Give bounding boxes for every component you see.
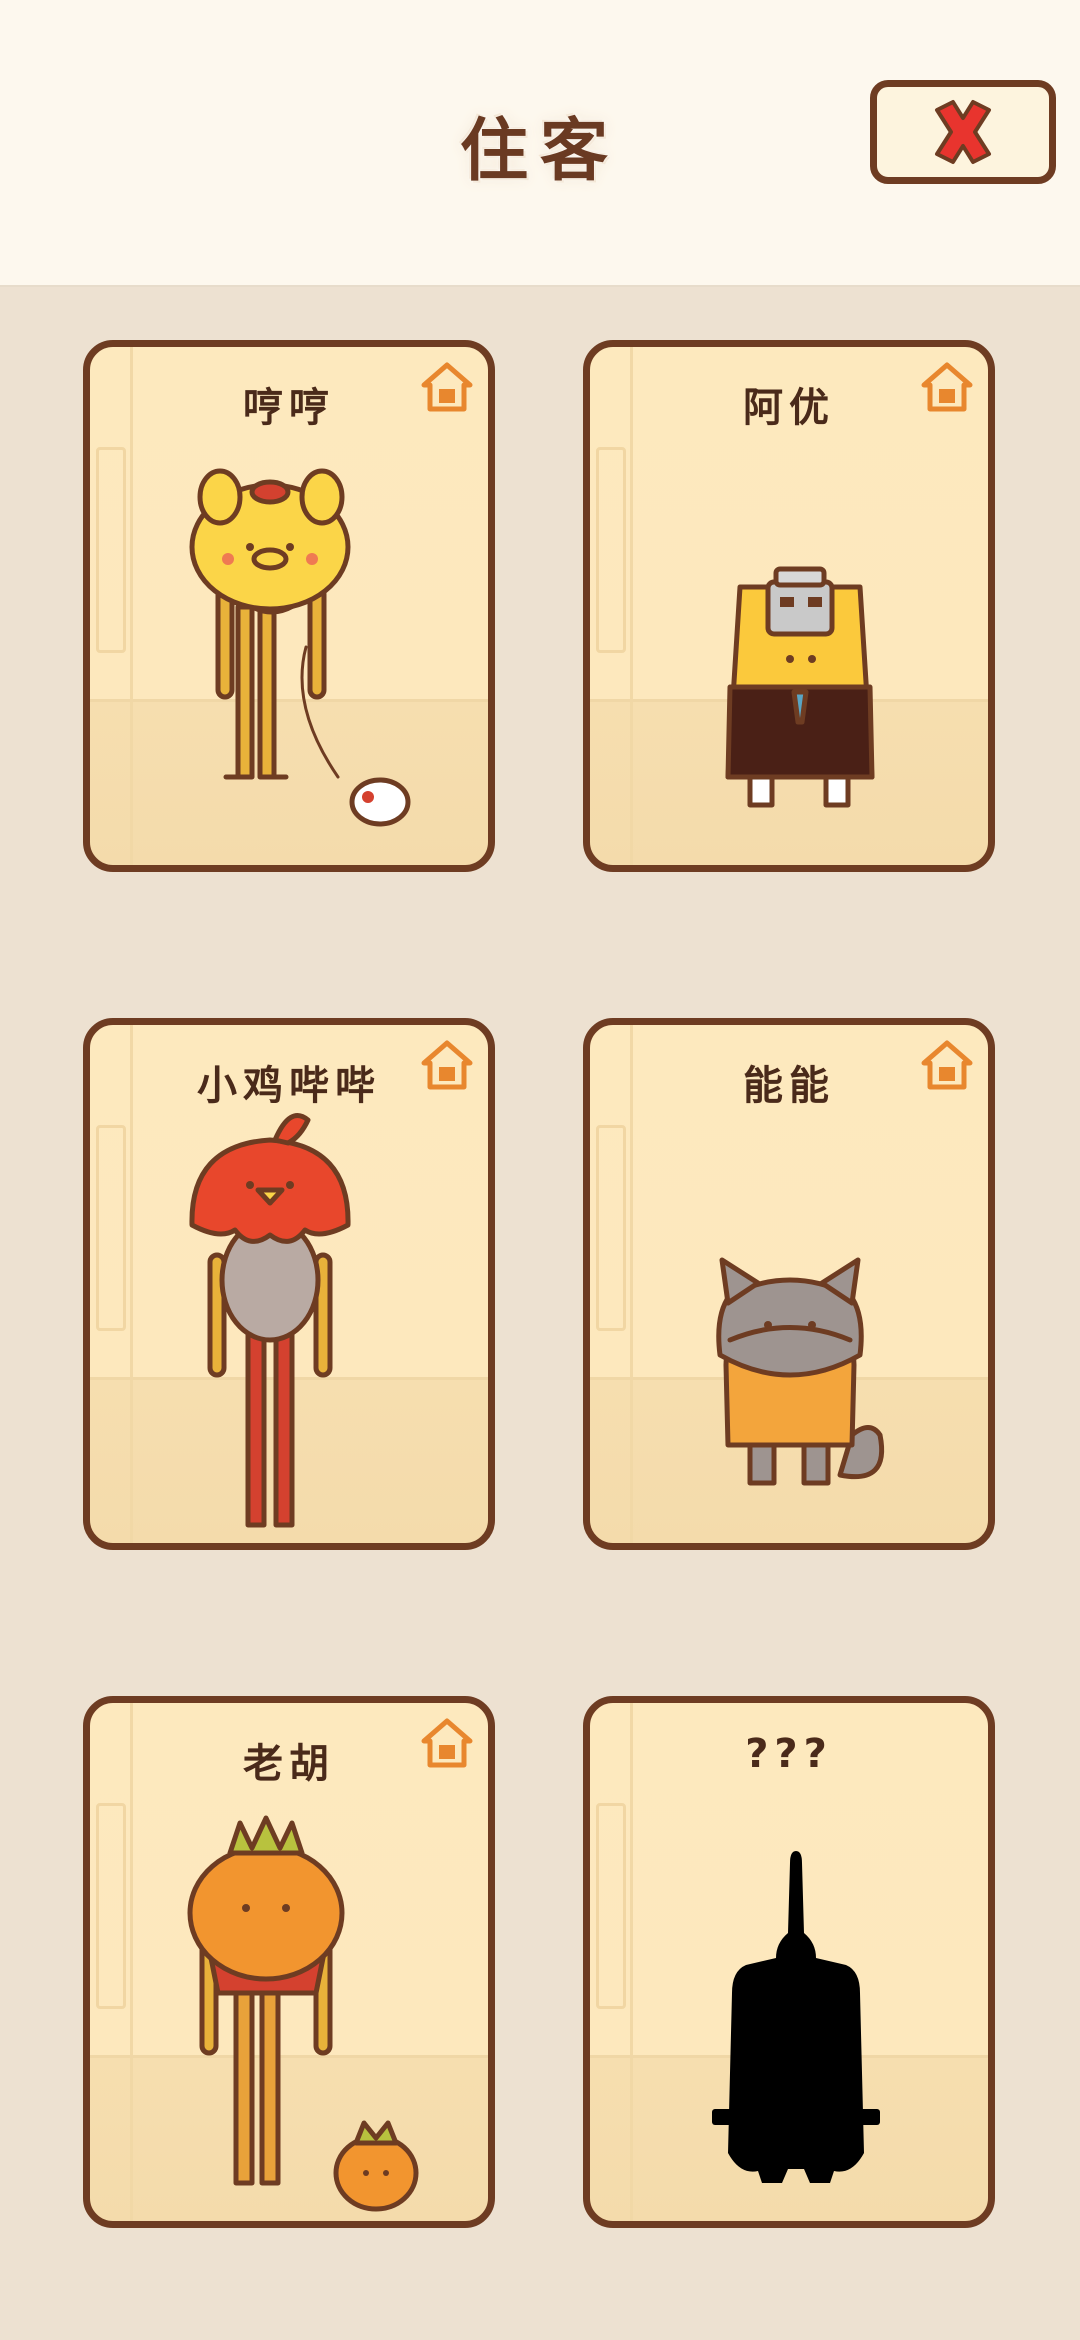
pig-character [189, 468, 411, 827]
resident-card-ayou[interactable]: 阿优 [583, 340, 995, 872]
locked-silhouette [712, 1851, 880, 2183]
raccoon-character [716, 1257, 885, 1486]
resident-card-xiaoji[interactable]: 小鸡哔哔 [83, 1018, 495, 1550]
resident-card-nengneng[interactable]: 能能 [583, 1018, 995, 1550]
chicken-character [189, 1113, 351, 1528]
tie-character [725, 566, 875, 808]
close-button[interactable] [870, 80, 1056, 184]
resident-card-laohu[interactable]: 老胡 [83, 1696, 495, 2228]
top-bar: 住客 [0, 0, 1080, 287]
resident-card-hengheng[interactable]: 哼哼 [83, 340, 495, 872]
resident-card-locked[interactable]: ??? [583, 1696, 995, 2228]
carrot-character [187, 1815, 419, 2212]
close-icon [935, 100, 991, 164]
